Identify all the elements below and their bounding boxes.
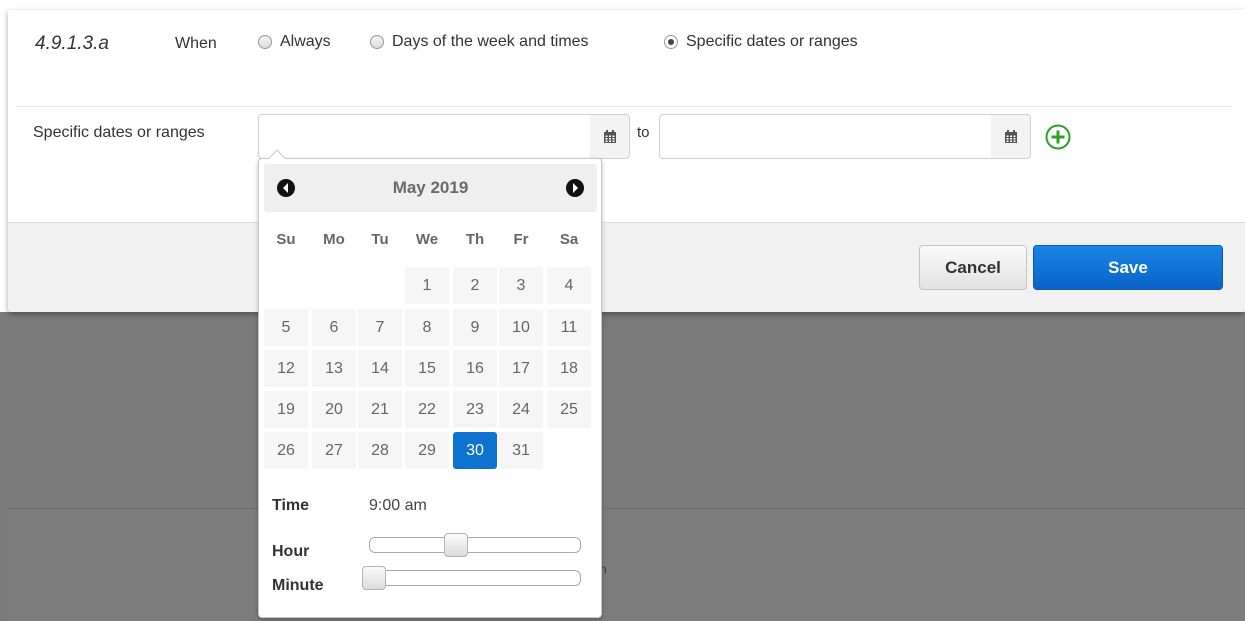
calendar-day[interactable]: 28: [358, 432, 402, 469]
calendar-day[interactable]: 29: [405, 432, 449, 469]
radio-days-of-week-input[interactable]: [370, 35, 384, 49]
minute-slider[interactable]: [362, 566, 581, 590]
chevron-right-circle-icon[interactable]: [565, 178, 585, 198]
calendar-day[interactable]: 13: [312, 350, 356, 387]
calendar-day[interactable]: 23: [453, 391, 497, 428]
calendar-day[interactable]: 5: [264, 309, 308, 346]
calendar-day[interactable]: 19: [264, 391, 308, 428]
calendar-day[interactable]: 2: [453, 267, 497, 304]
calendar-day[interactable]: 15: [405, 350, 449, 387]
calendar-icon: [603, 129, 616, 143]
hour-label: Hour: [272, 543, 310, 560]
end-date-input[interactable]: [659, 114, 992, 159]
calendar-day[interactable]: 4: [547, 267, 591, 304]
to-label: to: [637, 124, 650, 141]
calendar-day[interactable]: 11: [547, 309, 591, 346]
time-label: Time: [272, 497, 310, 514]
month-title: May 2019: [392, 178, 469, 197]
calendar-day[interactable]: 9: [453, 309, 497, 346]
backdrop-band: [8, 508, 1245, 621]
calendar-day[interactable]: 21: [358, 391, 402, 428]
end-date-calendar-button[interactable]: [991, 114, 1031, 159]
calendar-day[interactable]: 8: [405, 309, 449, 346]
calendar-day[interactable]: 12: [264, 350, 308, 387]
plus-circle-icon[interactable]: [1045, 124, 1071, 150]
cancel-button[interactable]: Cancel: [919, 245, 1027, 290]
time-value: 9:00 am: [369, 497, 427, 514]
calendar-day[interactable]: 14: [358, 350, 402, 387]
calendar-day[interactable]: 25: [547, 391, 591, 428]
radio-always[interactable]: Always: [258, 33, 331, 51]
radio-specific-dates[interactable]: Specific dates or ranges: [664, 33, 858, 51]
calendar-day[interactable]: 22: [405, 391, 449, 428]
calendar-day[interactable]: 10: [499, 309, 543, 346]
hour-slider[interactable]: [369, 533, 581, 557]
step-number: 4.9.1.3.a: [35, 33, 109, 54]
range-label: Specific dates or ranges: [33, 124, 205, 141]
hour-slider-handle[interactable]: [443, 533, 468, 557]
calendar-day[interactable]: 24: [499, 391, 543, 428]
weekday-header: Sa: [559, 231, 579, 248]
radio-specific-dates-input[interactable]: [664, 35, 678, 49]
calendar-day[interactable]: 31: [499, 432, 543, 469]
weekday-header: Mo: [323, 231, 345, 248]
minute-slider-handle[interactable]: [362, 566, 386, 590]
when-label: When: [175, 35, 217, 52]
radio-always-input[interactable]: [258, 35, 272, 49]
weekday-header: Su: [276, 231, 296, 248]
calendar-day[interactable]: 20: [312, 391, 356, 428]
weekday-header: Fr: [513, 231, 529, 248]
calendar-icon: [1004, 129, 1017, 143]
radio-days-of-week[interactable]: Days of the week and times: [370, 33, 589, 51]
calendar-day[interactable]: 1: [405, 267, 449, 304]
radio-specific-dates-label: Specific dates or ranges: [686, 33, 858, 50]
datepicker-popup: May 2019 Su Mo Tu We Th Fr Sa 1 2 3 4 5 6 7 8 9 10 11 12 1…: [258, 149, 602, 618]
weekday-header: Tu: [371, 231, 389, 248]
calendar-day[interactable]: 18: [547, 350, 591, 387]
radio-always-label: Always: [280, 33, 331, 50]
start-date-calendar-button[interactable]: [590, 114, 630, 159]
calendar-day[interactable]: 6: [312, 309, 356, 346]
calendar-day[interactable]: 26: [264, 432, 308, 469]
start-date-input[interactable]: [258, 114, 591, 159]
calendar-day[interactable]: 7: [358, 309, 402, 346]
weekday-header: Th: [465, 231, 485, 248]
calendar-day[interactable]: 17: [499, 350, 543, 387]
panel-divider: [16, 106, 1232, 107]
minute-label: Minute: [272, 577, 324, 594]
weekday-header: We: [415, 231, 439, 248]
calendar-day[interactable]: 3: [499, 267, 543, 304]
datepicker-header: May 2019: [264, 164, 597, 212]
save-button[interactable]: Save: [1033, 245, 1223, 290]
calendar-day[interactable]: 16: [453, 350, 497, 387]
calendar-day[interactable]: 27: [312, 432, 356, 469]
radio-days-of-week-label: Days of the week and times: [392, 33, 589, 50]
calendar-day-selected[interactable]: 30: [453, 432, 497, 469]
